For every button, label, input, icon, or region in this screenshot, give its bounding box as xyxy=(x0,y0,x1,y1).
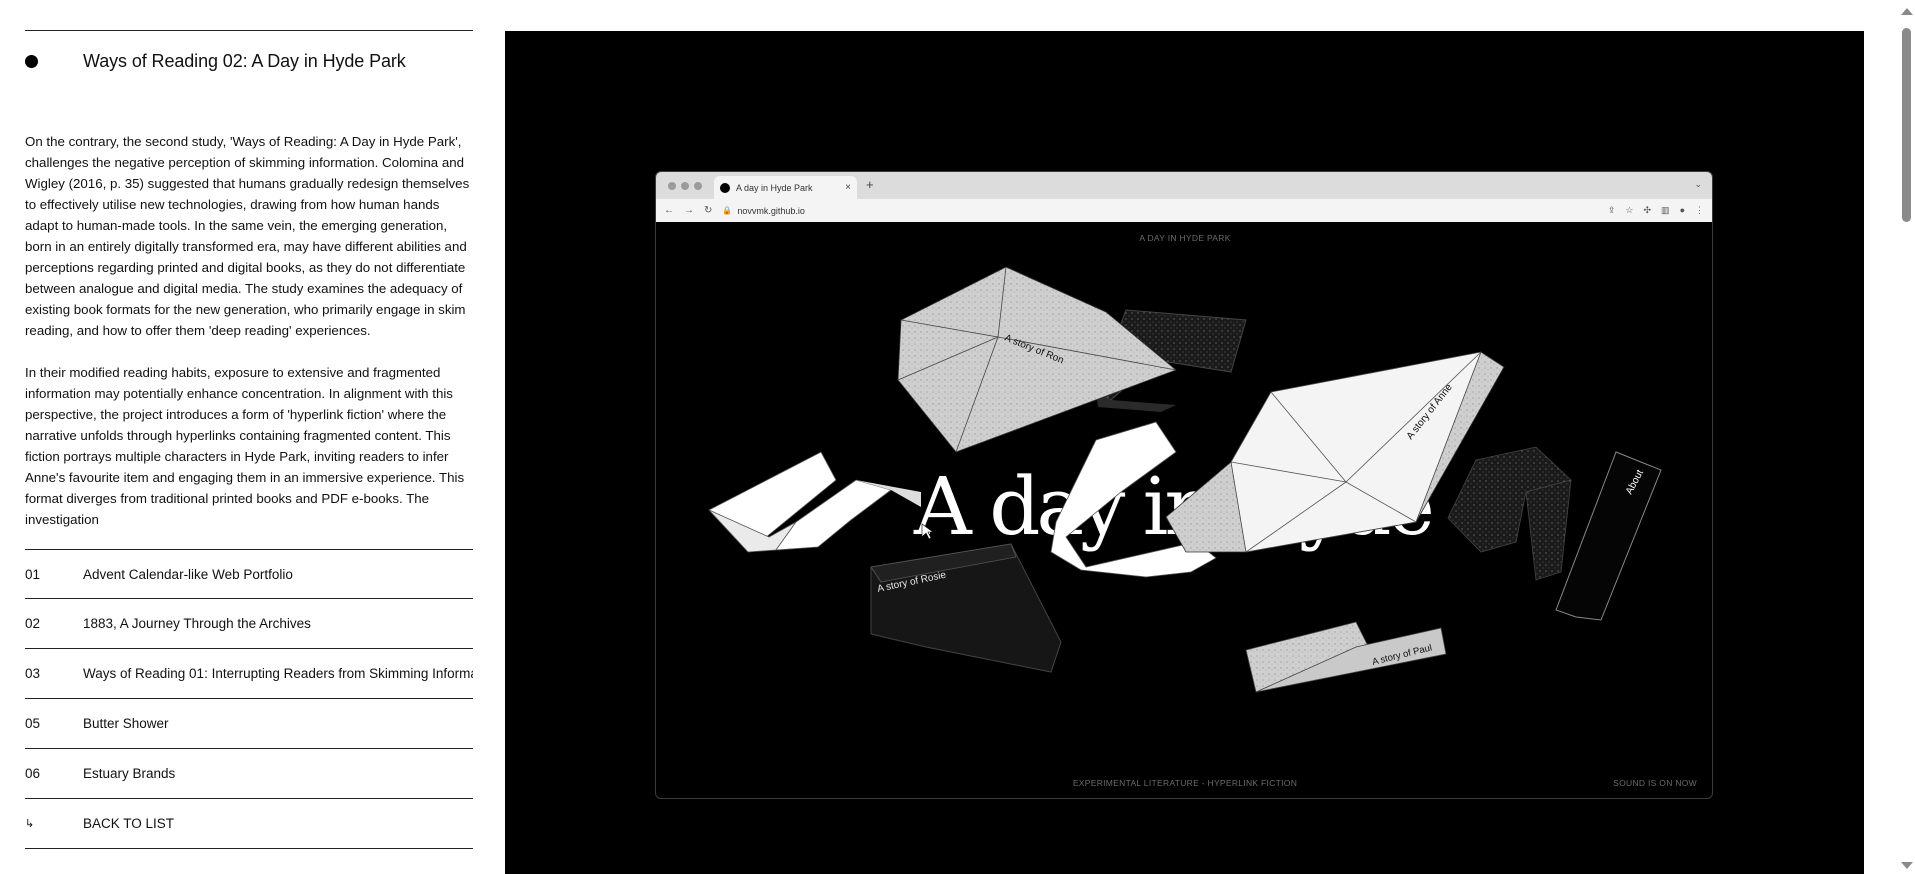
project-list: 01 Advent Calendar-like Web Portfolio 02… xyxy=(25,549,473,849)
paper-shapes-scene: A story of Ron A day in Hyde A story of … xyxy=(708,266,1662,693)
project-link-05[interactable]: 05 Butter Shower xyxy=(25,699,473,749)
back-to-list-label: BACK TO LIST xyxy=(83,816,175,831)
browser-address-bar: ← → ↻ 🔒 novvmk.github.io ⇪ ☆ ✣ ▥ ● ⋮ xyxy=(656,199,1712,222)
white-ribbon-left xyxy=(708,451,921,553)
profile-icon: ● xyxy=(1679,205,1685,215)
project-number: 02 xyxy=(25,616,41,631)
sidebar-icon: ▥ xyxy=(1661,205,1670,215)
project-link-03[interactable]: 03 Ways of Reading 01: Interrupting Read… xyxy=(25,649,473,699)
project-link-title: Butter Shower xyxy=(83,716,169,731)
description-paragraph: On the contrary, the second study, 'Ways… xyxy=(25,134,470,338)
reload-icon: ↻ xyxy=(704,205,713,216)
browser-tab-bar: A day in Hyde Park × + ⌄ xyxy=(656,172,1712,199)
browser-nav-controls: ← → ↻ xyxy=(664,205,712,216)
project-description: On the contrary, the second study, 'Ways… xyxy=(25,131,473,545)
browser-tab: A day in Hyde Park × xyxy=(714,176,857,199)
tab-title: A day in Hyde Park xyxy=(736,182,813,193)
dark-ribbon-right xyxy=(1447,446,1572,581)
maximize-window-icon xyxy=(694,182,702,190)
site-footer-caption: EXPERIMENTAL LITERATURE - HYPERLINK FICT… xyxy=(1072,778,1298,788)
paul-story-shape[interactable]: A story of Paul xyxy=(1245,621,1447,693)
back-arrow-icon: ← xyxy=(664,205,674,216)
sound-status-label[interactable]: SOUND IS ON NOW xyxy=(1613,778,1697,788)
scroll-up-arrow-icon[interactable] xyxy=(1901,8,1913,15)
hyde-park-site: A DAY IN HYDE PARK A story of Ron A day … xyxy=(656,222,1712,798)
about-link-shape[interactable]: About xyxy=(1555,451,1662,621)
project-link-title: Advent Calendar-like Web Portfolio xyxy=(83,566,293,582)
project-link-01[interactable]: 01 Advent Calendar-like Web Portfolio xyxy=(25,549,473,599)
share-icon: ⇪ xyxy=(1607,205,1616,215)
project-heading: Ways of Reading 02: A Day in Hyde Park xyxy=(25,48,473,74)
rosie-story-shape[interactable]: A story of Rosie xyxy=(870,543,1062,673)
project-preview-stage: A day in Hyde Park × + ⌄ ← → ↻ 🔒 novvmk.… xyxy=(505,31,1864,874)
project-link-title: Ways of Reading 01: Interrupting Readers… xyxy=(83,666,473,681)
back-to-list-button[interactable]: ↳ BACK TO LIST xyxy=(25,799,473,849)
description-paragraph: In their modified reading habits, exposu… xyxy=(25,365,465,527)
project-link-title: Estuary Brands xyxy=(83,766,176,781)
close-window-icon xyxy=(668,182,676,190)
bullet-dot-icon xyxy=(25,54,38,68)
forward-arrow-icon: → xyxy=(684,205,694,216)
puzzle-icon: ✣ xyxy=(1643,205,1652,215)
star-icon: ☆ xyxy=(1625,205,1634,215)
window-controls xyxy=(668,182,702,190)
ron-story-shape[interactable]: A story of Ron xyxy=(897,266,1177,453)
project-number: 03 xyxy=(25,666,41,681)
project-detail-panel: Ways of Reading 02: A Day in Hyde Park O… xyxy=(25,0,473,874)
new-tab-icon: + xyxy=(866,177,874,192)
project-link-title: 1883, A Journey Through the Archives xyxy=(83,616,311,631)
return-arrow-icon: ↳ xyxy=(25,818,35,830)
scroll-down-arrow-icon[interactable] xyxy=(1901,862,1913,869)
project-title: Ways of Reading 02: A Day in Hyde Park xyxy=(83,50,406,71)
project-number: 05 xyxy=(25,716,41,731)
project-number: 01 xyxy=(25,566,41,582)
minimize-window-icon xyxy=(681,182,689,190)
tab-close-icon: × xyxy=(845,182,851,193)
browser-window-mockup: A day in Hyde Park × + ⌄ ← → ↻ 🔒 novvmk.… xyxy=(655,171,1713,799)
divider xyxy=(25,30,473,31)
scrollbar-thumb[interactable] xyxy=(1902,28,1911,222)
favicon-icon xyxy=(720,182,730,193)
project-link-06[interactable]: 06 Estuary Brands xyxy=(25,749,473,799)
project-link-02[interactable]: 02 1883, A Journey Through the Archives xyxy=(25,599,473,649)
browser-toolbar-icons: ⇪ ☆ ✣ ▥ ● ⋮ xyxy=(1608,205,1704,216)
address-url: novvmk.github.io xyxy=(737,205,805,216)
project-number: 06 xyxy=(25,766,41,781)
lock-icon: 🔒 xyxy=(722,206,733,215)
kebab-menu-icon: ⋮ xyxy=(1695,205,1704,215)
chevron-down-icon: ⌄ xyxy=(1694,179,1702,189)
